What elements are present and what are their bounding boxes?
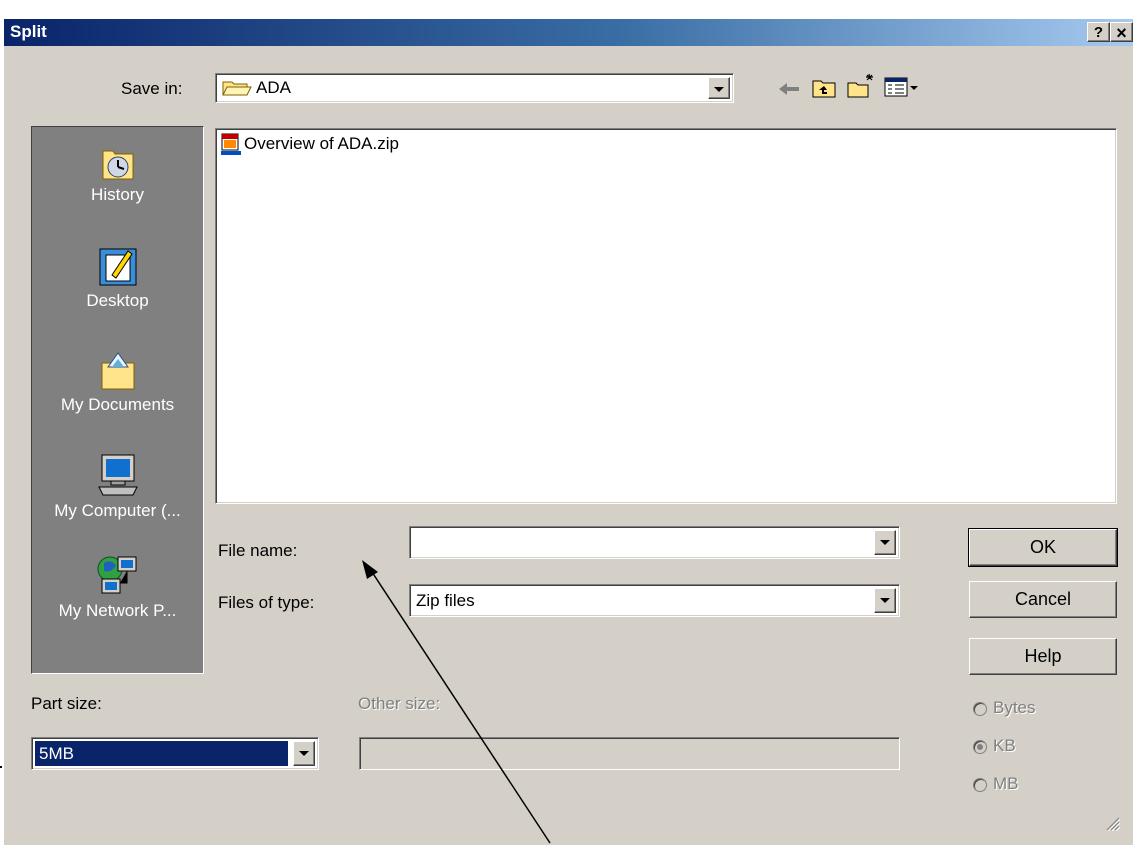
annotation-arrow — [362, 560, 551, 844]
